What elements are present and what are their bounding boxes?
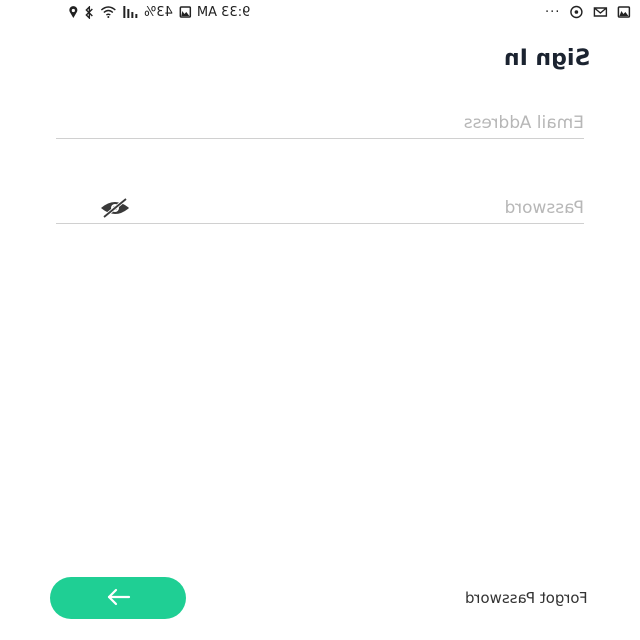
sync-icon [569, 5, 583, 19]
location-icon [68, 5, 78, 19]
arrow-left-icon [105, 588, 131, 609]
bluetooth-icon [84, 5, 94, 19]
password-field-container [56, 193, 584, 224]
clock-text: 9:33 AM [196, 4, 250, 20]
forgot-password-link[interactable]: Forgot Password [465, 589, 588, 607]
page-title-text: Sign In [503, 46, 590, 71]
sign-in-screen: 9:33 AM 43% ··· Sign In Email Address Fo… [0, 0, 640, 640]
password-field[interactable] [56, 193, 584, 223]
email-field-wrapper [56, 108, 584, 138]
image-notification-icon [617, 6, 630, 18]
next-button[interactable] [50, 577, 186, 619]
eye-off-icon[interactable] [98, 197, 132, 219]
password-field-wrapper [56, 193, 584, 223]
page-title: Sign In [504, 46, 590, 71]
wifi-icon [100, 6, 116, 18]
status-bar-right: ··· [544, 1, 630, 23]
email-field[interactable] [56, 108, 584, 138]
signal-icon [122, 6, 138, 18]
overflow-dots: ··· [543, 4, 559, 20]
status-bar-left: 9:33 AM 43% [68, 1, 250, 23]
gallery-icon [178, 6, 191, 18]
email-field-container [56, 108, 584, 139]
forgot-password-label: Forgot Password [465, 589, 588, 607]
email-notification-icon [593, 6, 607, 18]
status-bar: 9:33 AM 43% ··· [0, 0, 640, 24]
battery-text: 43% [143, 4, 173, 20]
